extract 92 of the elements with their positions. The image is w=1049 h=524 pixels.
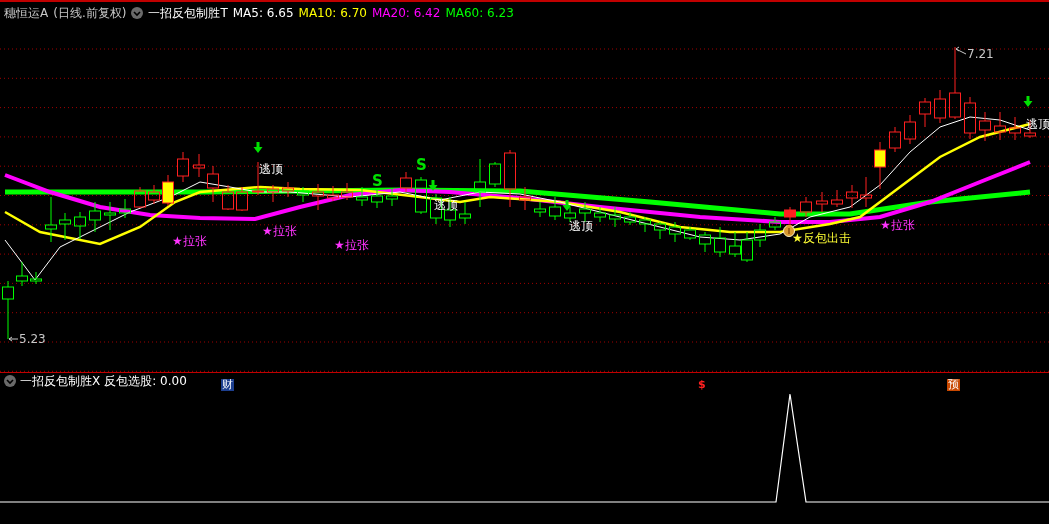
candlestick [489, 161, 501, 188]
candlestick [639, 216, 651, 233]
candlestick [534, 201, 546, 218]
candlestick [30, 271, 42, 285]
candlestick [846, 184, 858, 209]
candlestick [341, 182, 353, 201]
signal-label: 逃顶 [569, 220, 593, 232]
candlestick [207, 165, 219, 203]
candlestick [889, 126, 901, 153]
candlestick [624, 211, 636, 226]
candlestick [519, 186, 531, 211]
low-price-label: 5.23 [19, 333, 46, 345]
moving-average-value: MA60: 6.23 [445, 6, 514, 20]
candlestick [356, 186, 368, 207]
candlestick [177, 151, 189, 183]
candlestick [89, 201, 101, 233]
candlestick [904, 114, 916, 145]
signal-label: S [416, 158, 427, 173]
candlestick [669, 221, 681, 243]
candlestick [16, 261, 28, 287]
candlestick [59, 212, 71, 241]
indicator-name: 一招反包制胜X [20, 372, 101, 390]
candlestick [994, 111, 1006, 141]
leader-line [955, 46, 967, 55]
signal-label: S [372, 174, 383, 189]
candlestick [236, 186, 248, 212]
candlestick [386, 187, 398, 207]
candlestick [371, 189, 383, 209]
candlestick [800, 196, 812, 218]
candlestick [74, 211, 86, 240]
leader-line [8, 336, 19, 342]
signal-label: ★反包出击 [792, 232, 851, 244]
money-bag-icon [783, 225, 795, 237]
stock-name: 穗恒运A [4, 4, 49, 22]
candlestick [119, 198, 131, 219]
chevron-down-icon[interactable] [131, 7, 144, 19]
event-marker[interactable]: $ [697, 379, 707, 391]
moving-average-value: MA5: 6.65 [232, 6, 294, 20]
candlestick [45, 196, 57, 243]
candlestick [979, 111, 991, 142]
event-marker[interactable]: 财 [221, 379, 234, 391]
signal-label: ★拉张 [172, 235, 207, 247]
candlestick [860, 176, 872, 208]
candlestick [104, 201, 116, 231]
indicator-value: 反包选股: 0.00 [104, 372, 187, 390]
event-marker[interactable]: 预 [947, 379, 960, 391]
candlestick [134, 186, 146, 209]
candlestick [919, 97, 931, 128]
candlestick [297, 186, 309, 203]
candlestick [400, 171, 412, 193]
candlestick [282, 181, 294, 198]
candlestick [193, 153, 205, 178]
candlestick [162, 174, 174, 207]
candlestick [267, 184, 279, 203]
candlestick [654, 221, 666, 240]
candlestick [459, 201, 471, 225]
candlestick [1009, 116, 1021, 141]
signal-label: ★拉张 [262, 225, 297, 237]
candlestick [729, 231, 741, 258]
candlestick [327, 185, 339, 202]
candlestick [415, 176, 427, 215]
candlestick [594, 206, 606, 223]
candlestick [312, 183, 324, 211]
signal-label: ★拉张 [334, 239, 369, 251]
candlestick [784, 206, 796, 228]
candlestick [964, 96, 976, 140]
high-price-label: 7.21 [967, 48, 994, 60]
indicator-name: 一招反包制胜T [148, 4, 228, 22]
candlestick [549, 196, 561, 221]
candlestick [816, 191, 828, 213]
candlestick [609, 206, 621, 228]
chevron-down-icon[interactable] [4, 375, 16, 387]
moving-average-value: MA10: 6.70 [298, 6, 367, 20]
moving-average-value: MA20: 6.42 [371, 6, 441, 20]
candlestick [222, 184, 234, 211]
candlestick [504, 149, 516, 208]
signal-label: 逃顶 [1026, 118, 1049, 130]
candlestick [934, 89, 946, 124]
signal-label: 逃顶 [259, 163, 283, 175]
signal-label: ★拉张 [880, 219, 915, 231]
candlestick [754, 223, 766, 248]
candlestick [831, 189, 843, 208]
candlestick [699, 231, 711, 253]
candlestick [741, 231, 753, 263]
candlestick [148, 184, 160, 205]
candlestick [2, 280, 14, 340]
candlestick [769, 216, 781, 231]
candlestick [684, 226, 696, 241]
candlestick [714, 226, 726, 258]
candlestick [874, 141, 886, 190]
period-label: (日线.前复权) [53, 4, 127, 22]
candlestick [474, 158, 486, 208]
